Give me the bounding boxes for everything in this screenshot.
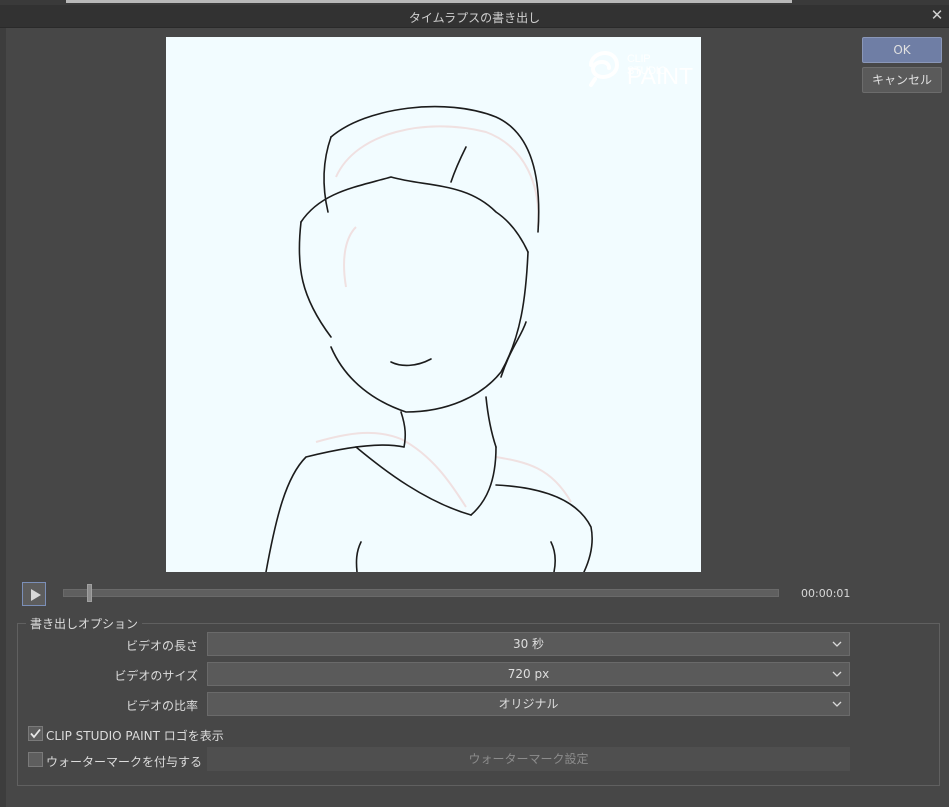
left-edge <box>0 28 6 807</box>
video-size-value: 720 px <box>507 667 550 681</box>
checkmark-icon <box>30 728 41 739</box>
chevron-down-icon <box>832 671 842 677</box>
title-bar: タイムラプスの書き出し ✕ <box>0 5 949 28</box>
timelapse-preview <box>166 37 701 572</box>
chevron-down-icon <box>832 641 842 647</box>
show-logo-checkbox[interactable] <box>28 726 43 741</box>
show-logo-label: CLIP STUDIO PAINT ロゴを表示 <box>46 729 224 743</box>
timeline-slider-handle[interactable] <box>87 584 92 602</box>
scrollbar[interactable] <box>66 0 792 3</box>
watermark-settings-button[interactable]: ウォーターマーク設定 <box>207 747 850 771</box>
clip-studio-logo: CLIP STUDIO PAINT <box>585 49 693 89</box>
video-length-value: 30 秒 <box>512 637 545 651</box>
export-options-title: 書き出しオプション <box>26 615 143 632</box>
video-size-label: ビデオのサイズ <box>114 669 198 683</box>
chevron-down-icon <box>832 701 842 707</box>
timeline-slider[interactable] <box>63 589 779 597</box>
logo-line2: PAINT <box>627 63 694 89</box>
watermark-checkbox[interactable] <box>28 752 43 767</box>
ok-button[interactable]: OK <box>862 37 942 63</box>
video-ratio-label: ビデオの比率 <box>125 699 198 713</box>
video-size-select[interactable]: 720 px <box>207 662 850 686</box>
video-length-label: ビデオの長さ <box>125 639 198 653</box>
watermark-label: ウォーターマークを付与する <box>46 755 203 769</box>
cancel-button[interactable]: キャンセル <box>862 67 942 93</box>
clip-studio-mark-icon <box>589 51 620 87</box>
sketch-drawing <box>265 105 593 572</box>
video-ratio-value: オリジナル <box>498 697 559 711</box>
play-icon[interactable] <box>22 582 46 606</box>
video-length-select[interactable]: 30 秒 <box>207 632 850 656</box>
close-icon[interactable]: ✕ <box>929 7 945 23</box>
window-title: タイムラプスの書き出し <box>408 11 541 25</box>
playback-time: 00:00:01 <box>801 587 851 600</box>
video-ratio-select[interactable]: オリジナル <box>207 692 850 716</box>
